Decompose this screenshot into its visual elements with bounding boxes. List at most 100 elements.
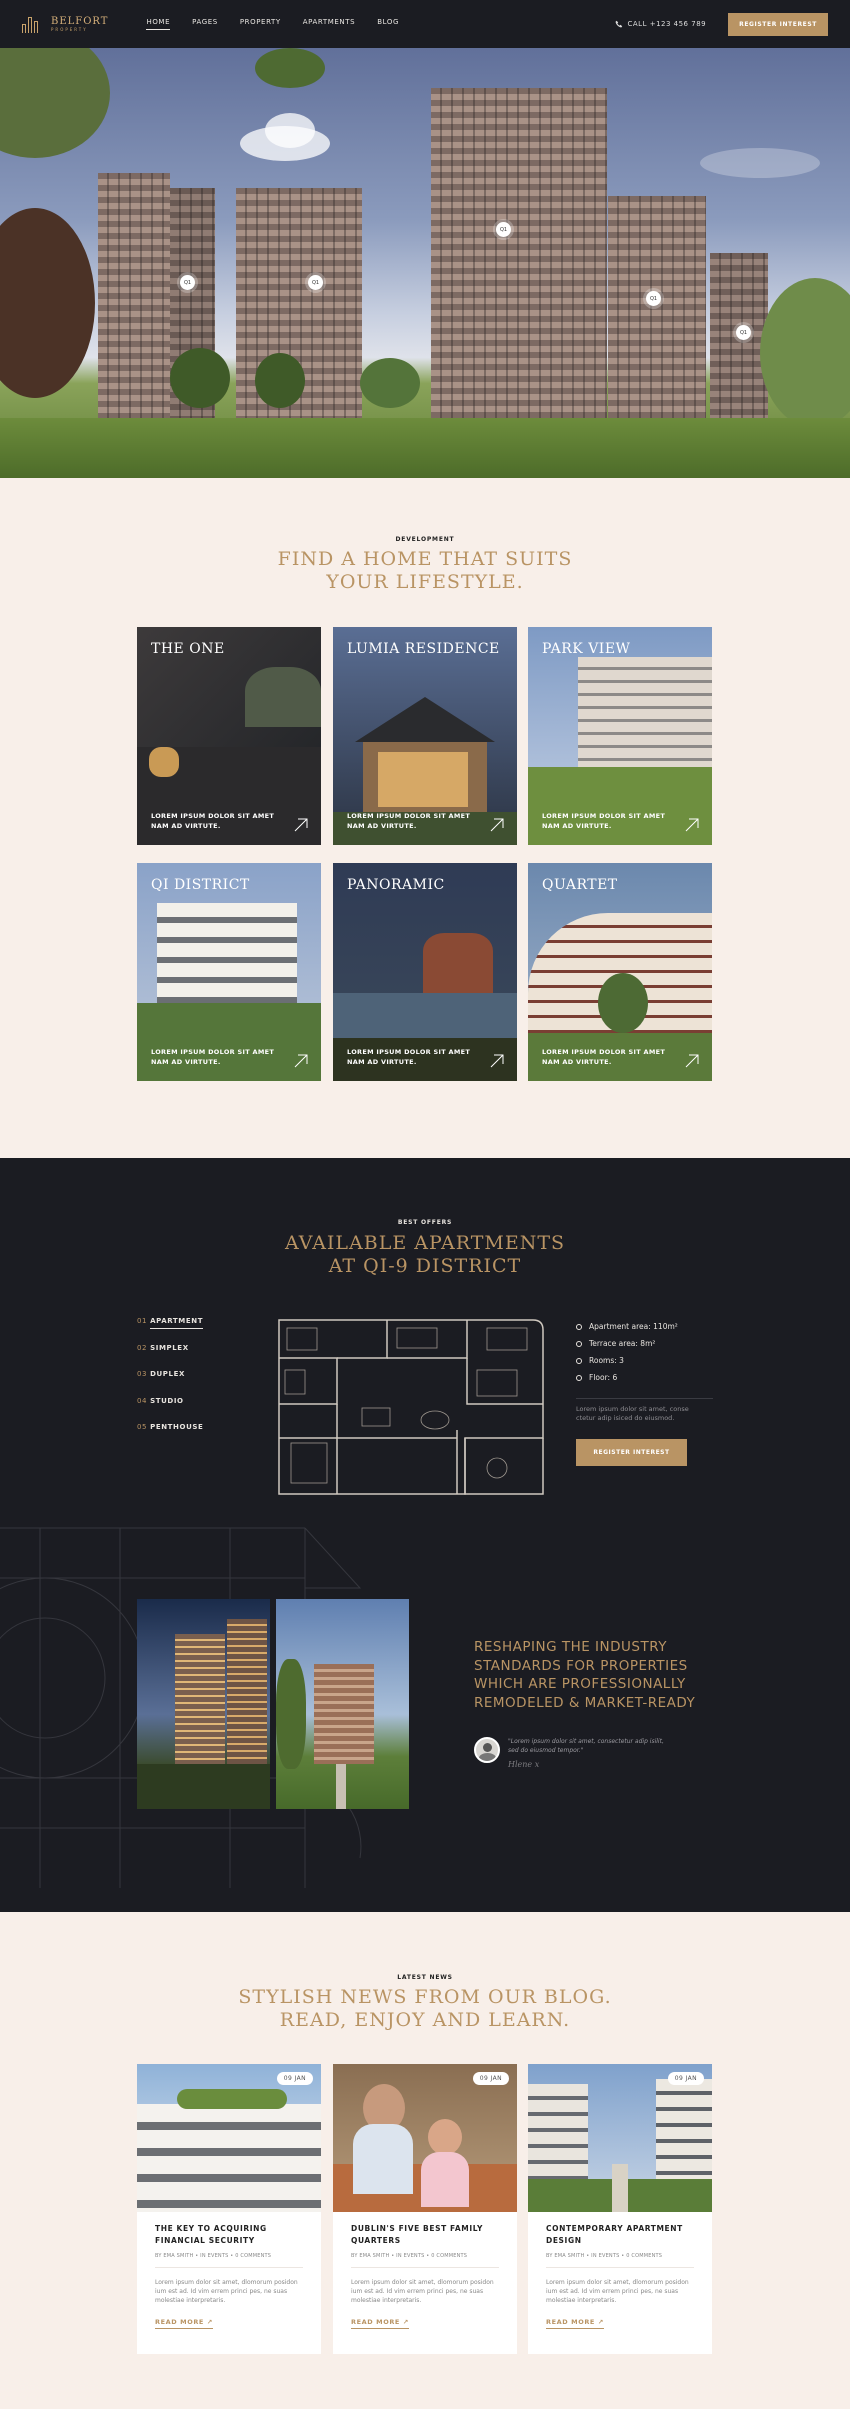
section-title-line: FIND A HOME THAT SUITS xyxy=(277,548,573,570)
hotspot-marker[interactable]: Q1 xyxy=(308,275,323,290)
hotspot-marker[interactable]: Q1 xyxy=(736,325,751,340)
section-title-line: AT QI-9 DISTRICT xyxy=(328,1255,522,1277)
apartment-type-list: 01 APARTMENT 02 SIMPLEX 03 DUPLEX 04 STUDIO … xyxy=(137,1317,204,1450)
arrow-up-right-icon xyxy=(294,1054,308,1068)
building-photo xyxy=(276,1599,409,1809)
post-meta: BY EMA SMITH • IN EVENTS • 0 COMMENTS xyxy=(546,2253,663,2259)
register-interest-button[interactable]: REGISTER INTEREST xyxy=(576,1439,687,1466)
circle-bullet-icon xyxy=(576,1340,582,1347)
section-title-line: STYLISH NEWS FROM OUR BLOG. xyxy=(238,1986,612,2008)
section-eyebrow: LATEST NEWS xyxy=(397,1974,453,1981)
card-title: THE ONE xyxy=(151,641,225,657)
post-excerpt: Lorem ipsum dolor sit amet, dlomorum pos… xyxy=(351,2279,494,2304)
apartment-specs: Apartment area: 110m² Terrace area: 8m² … xyxy=(576,1318,678,1386)
post-title[interactable]: DUBLIN'S FIVE BEST FAMILY QUARTERS xyxy=(351,2223,501,2247)
post-title[interactable]: CONTEMPORARY APARTMENT DESIGN xyxy=(546,2223,696,2247)
apartment-tab-apartment[interactable]: 01 APARTMENT xyxy=(137,1317,204,1344)
section-title-line: READ, ENJOY AND LEARN. xyxy=(279,2009,571,2031)
nav-blog[interactable]: BLOG xyxy=(377,18,399,30)
card-text: LOREM IPSUM DOLOR SIT AMET NAM AD VIRTUT… xyxy=(542,1048,666,1066)
nav-pages[interactable]: PAGES xyxy=(192,18,218,30)
spec-item: Terrace area: 8m² xyxy=(576,1335,678,1352)
circle-bullet-icon xyxy=(576,1323,582,1330)
apartment-tab-simplex[interactable]: 02 SIMPLEX xyxy=(137,1344,203,1371)
apartment-tab-duplex[interactable]: 03 DUPLEX xyxy=(137,1370,203,1397)
card-text: LOREM IPSUM DOLOR SIT AMET NAM AD VIRTUT… xyxy=(151,1048,275,1066)
hotspot-marker[interactable]: Q1 xyxy=(496,222,511,237)
section-title: STYLISH NEWS FROM OUR BLOG. READ, ENJOY … xyxy=(0,1986,850,2032)
nav-apartments[interactable]: APARTMENTS xyxy=(303,18,355,30)
phone-number: CALL +123 456 789 xyxy=(627,20,707,28)
card-title: QUARTET xyxy=(542,877,618,893)
card-text: LOREM IPSUM DOLOR SIT AMET NAM AD VIRTUT… xyxy=(542,812,666,830)
card-title: PANORAMIC xyxy=(347,877,445,893)
logo[interactable]: BELFORT PROPERTY xyxy=(22,15,108,33)
main-nav: HOME PAGES PROPERTY APARTMENTS BLOG xyxy=(146,18,399,30)
card-title: LUMIA RESIDENCE xyxy=(347,641,500,657)
building-photo xyxy=(137,1599,270,1809)
arrow-up-right-icon xyxy=(294,818,308,832)
section-title-line: AVAILABLE APARTMENTS xyxy=(284,1232,566,1254)
section-title: AVAILABLE APARTMENTS AT QI-9 DISTRICT xyxy=(0,1232,850,1278)
read-more-link[interactable]: READ MORE ↗ xyxy=(155,2318,213,2329)
read-more-link[interactable]: READ MORE ↗ xyxy=(546,2318,604,2329)
arrow-up-right-icon xyxy=(490,1054,504,1068)
arrow-up-right-icon xyxy=(685,818,699,832)
building-logo-icon xyxy=(22,15,46,33)
post-date: 09 JAN xyxy=(472,2072,509,2085)
card-text: LOREM IPSUM DOLOR SIT AMET NAM AD VIRTUT… xyxy=(347,1048,471,1066)
spec-item: Apartment area: 110m² xyxy=(576,1318,678,1335)
development-card[interactable]: QI DISTRICT LOREM IPSUM DOLOR SIT AMET N… xyxy=(137,863,321,1081)
headline-line: RESHAPING THE INDUSTRY xyxy=(474,1639,667,1655)
floor-plan[interactable] xyxy=(277,1318,545,1496)
development-card[interactable]: QUARTET LOREM IPSUM DOLOR SIT AMET NAM A… xyxy=(528,863,712,1081)
headline-line: STANDARDS FOR PROPERTIES xyxy=(474,1657,688,1674)
phone-icon xyxy=(615,20,622,28)
apartment-tab-studio[interactable]: 04 STUDIO xyxy=(137,1397,203,1424)
logo-subtitle: PROPERTY xyxy=(51,26,88,32)
hotspot-marker[interactable]: Q1 xyxy=(180,275,195,290)
card-text: LOREM IPSUM DOLOR SIT AMET NAM AD VIRTUT… xyxy=(347,812,471,830)
register-interest-button[interactable]: REGISTER INTEREST xyxy=(728,12,828,36)
card-title: PARK VIEW xyxy=(542,641,631,657)
logo-name: BELFORT xyxy=(51,15,109,27)
arrow-up-right-icon xyxy=(685,1054,699,1068)
card-title: QI DISTRICT xyxy=(151,877,250,893)
section-eyebrow: DEVELOPMENT xyxy=(395,536,455,543)
development-card[interactable]: LUMIA RESIDENCE LOREM IPSUM DOLOR SIT AM… xyxy=(333,627,517,845)
post-meta: BY EMA SMITH • IN EVENTS • 0 COMMENTS xyxy=(155,2253,272,2259)
arrow-up-right-icon xyxy=(490,818,504,832)
apartment-tab-penthouse[interactable]: 05 PENTHOUSE xyxy=(137,1423,203,1450)
blog-card[interactable]: 09 JAN CONTEMPORARY APARTMENT DESIGN BY … xyxy=(528,2064,712,2354)
post-date: 09 JAN xyxy=(276,2072,313,2085)
post-title[interactable]: THE KEY TO ACQUIRING FINANCIAL SECURITY xyxy=(155,2223,305,2247)
hero-image: Q1 Q1 Q1 Q1 Q1 xyxy=(0,48,850,478)
read-more-link[interactable]: READ MORE ↗ xyxy=(351,2318,409,2329)
circle-bullet-icon xyxy=(576,1357,582,1364)
development-card[interactable]: THE ONE LOREM IPSUM DOLOR SIT AMET NAM A… xyxy=(137,627,321,845)
post-excerpt: Lorem ipsum dolor sit amet, dlomorum pos… xyxy=(155,2279,298,2304)
nav-property[interactable]: PROPERTY xyxy=(240,18,281,30)
testimonial-quote: "Lorem ipsum dolor sit amet, consectetur… xyxy=(508,1738,664,1754)
blog-card[interactable]: 09 JAN DUBLIN'S FIVE BEST FAMILY QUARTER… xyxy=(333,2064,517,2354)
spec-item: Floor: 6 xyxy=(576,1369,678,1386)
signature: Hlene x xyxy=(508,1760,540,1769)
apartment-description: Lorem ipsum dolor sit amet, conse ctetur… xyxy=(576,1405,689,1422)
section-title: FIND A HOME THAT SUITS YOUR LIFESTYLE. xyxy=(0,548,850,594)
hotspot-marker[interactable]: Q1 xyxy=(646,291,661,306)
development-card[interactable]: PANORAMIC LOREM IPSUM DOLOR SIT AMET NAM… xyxy=(333,863,517,1081)
site-header: BELFORT PROPERTY HOME PAGES PROPERTY APA… xyxy=(0,0,850,48)
post-date: 09 JAN xyxy=(667,2072,704,2085)
card-text: LOREM IPSUM DOLOR SIT AMET NAM AD VIRTUT… xyxy=(151,812,275,830)
about-headline: RESHAPING THE INDUSTRY STANDARDS FOR PRO… xyxy=(474,1638,704,1712)
development-card[interactable]: PARK VIEW LOREM IPSUM DOLOR SIT AMET NAM… xyxy=(528,627,712,845)
nav-home[interactable]: HOME xyxy=(146,18,171,30)
phone-link[interactable]: CALL +123 456 789 xyxy=(615,20,707,28)
circle-bullet-icon xyxy=(576,1374,582,1381)
blog-card[interactable]: 09 JAN THE KEY TO ACQUIRING FINANCIAL SE… xyxy=(137,2064,321,2354)
headline-line: WHICH ARE PROFESSIONALLY xyxy=(474,1676,686,1692)
avatar xyxy=(474,1737,500,1763)
blog-image: 09 JAN xyxy=(137,2064,321,2212)
post-excerpt: Lorem ipsum dolor sit amet, dlomorum pos… xyxy=(546,2279,689,2304)
headline-line: REMODELED & MARKET-READY xyxy=(474,1694,696,1711)
